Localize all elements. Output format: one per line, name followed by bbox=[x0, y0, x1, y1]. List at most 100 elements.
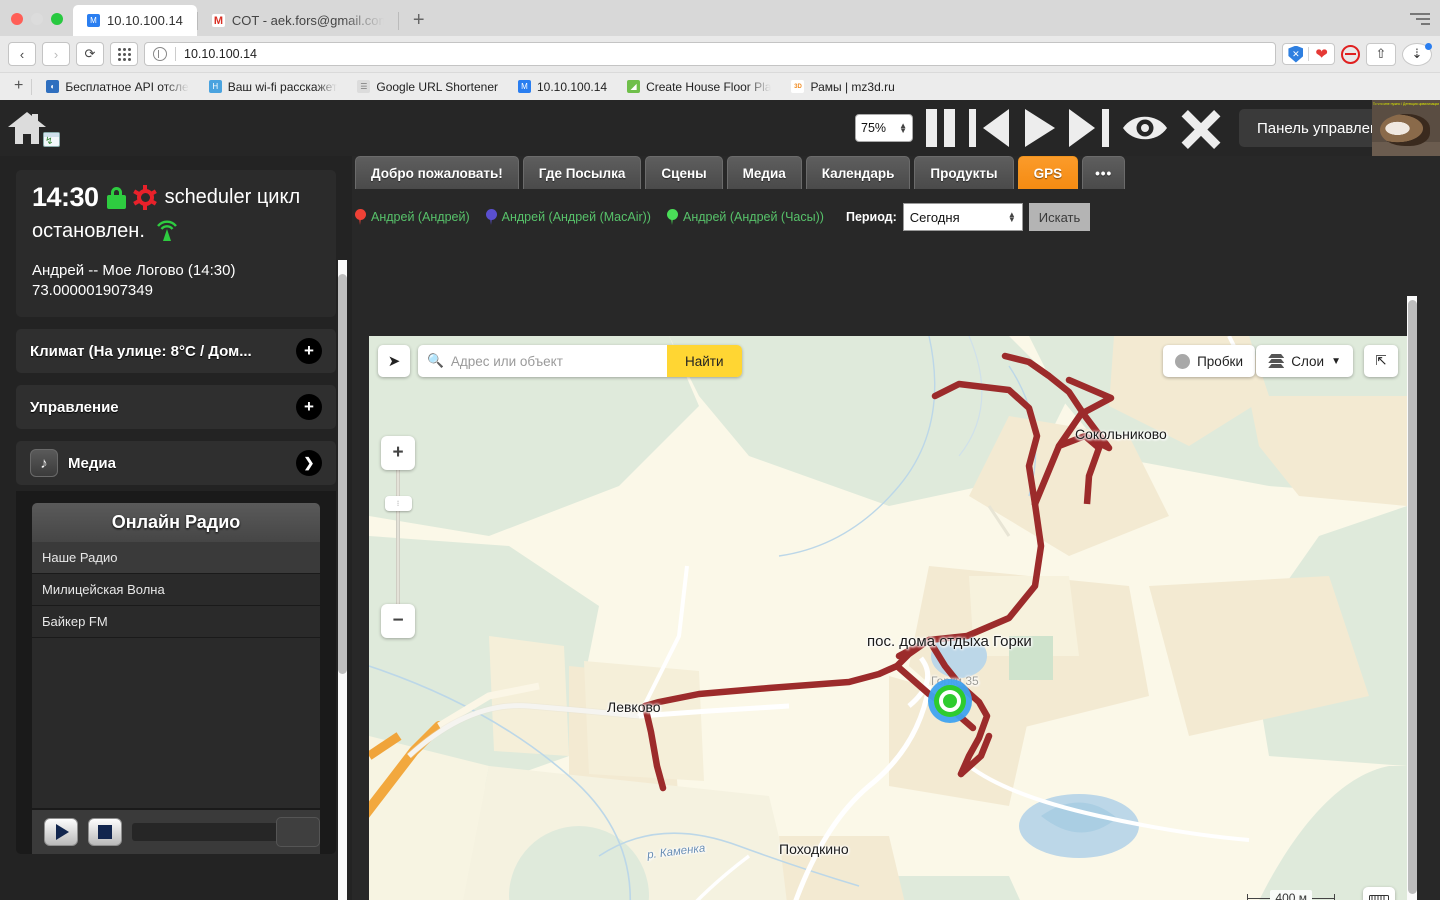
stop-icon[interactable] bbox=[88, 818, 122, 846]
zoom-slider-handle[interactable]: ⁝ bbox=[385, 496, 412, 511]
divider bbox=[31, 78, 33, 95]
scrollbar-thumb[interactable] bbox=[338, 274, 347, 674]
tab-gps[interactable]: GPS bbox=[1017, 156, 1079, 189]
bookmark-4[interactable]: ◢ Create House Floor Pla bbox=[617, 80, 781, 94]
radio-station-1[interactable]: Милицейская Волна bbox=[32, 574, 320, 606]
tab-where-is-parcel[interactable]: Где Посылка bbox=[522, 156, 642, 189]
bookmark-2[interactable]: ☰ Google URL Shortener bbox=[347, 80, 508, 94]
chevron-right-icon[interactable]: ❯ bbox=[296, 450, 322, 476]
device-filter-2[interactable]: Андрей (Андрей (Часы)) bbox=[666, 209, 824, 225]
reload-button[interactable]: ⟳ bbox=[76, 42, 104, 66]
bookmarks-bar: + ◐ Бесплатное API отсле H Ваш wi-fi расск… bbox=[0, 72, 1440, 100]
scheduler-text-2: остановлен. bbox=[32, 219, 145, 242]
expand-button[interactable]: ⇱ bbox=[1364, 345, 1398, 377]
scrollbar-thumb[interactable] bbox=[1408, 300, 1417, 894]
slider-thumb[interactable] bbox=[276, 817, 320, 847]
new-tab-button[interactable]: + bbox=[399, 9, 439, 36]
maximize-window-button[interactable] bbox=[51, 13, 63, 25]
downloads-icon[interactable]: ⇣ bbox=[1402, 42, 1432, 66]
gmail-icon: M bbox=[211, 14, 225, 27]
chevron-down-icon: ▼ bbox=[1331, 355, 1341, 367]
tab-scenes[interactable]: Сцены bbox=[645, 156, 723, 189]
eye-icon[interactable] bbox=[1121, 111, 1169, 145]
period-value: Сегодня bbox=[909, 209, 960, 225]
geolocate-button[interactable]: ➤ bbox=[378, 345, 410, 377]
back-button[interactable]: ‹ bbox=[8, 42, 36, 66]
tab-more[interactable]: ••• bbox=[1082, 156, 1126, 189]
scheduler-text-1: scheduler цикл bbox=[164, 186, 301, 208]
close-window-button[interactable] bbox=[11, 13, 23, 25]
map-canvas[interactable]: ➤ 🔍 Адрес или объект Найти + ⁝ − Пробки … bbox=[369, 336, 1407, 900]
device-filter-1[interactable]: Андрей (Андрей (MacAir)) bbox=[485, 209, 651, 225]
zoom-in-button[interactable]: + bbox=[381, 436, 415, 470]
section-media[interactable]: ♪ Медиа ❯ bbox=[16, 441, 336, 485]
heart-icon[interactable]: ❤ bbox=[1315, 45, 1328, 63]
zoom-slider-rail[interactable] bbox=[396, 470, 400, 604]
period-select[interactable]: Сегодня ▲ ▼ bbox=[902, 203, 1023, 231]
pause-icon[interactable] bbox=[923, 109, 957, 147]
privacy-pill[interactable]: ✕ ❤ bbox=[1282, 43, 1335, 65]
zoom-level-value: 75% bbox=[861, 121, 887, 135]
radio-station-2[interactable]: Байкер FM bbox=[32, 606, 320, 638]
next-icon[interactable] bbox=[1067, 109, 1111, 147]
search-button[interactable]: Искать bbox=[1028, 203, 1091, 231]
window-refresh-icon[interactable] bbox=[43, 132, 60, 147]
media-panel: Онлайн Радио Наше Радио Милицейская Волн… bbox=[16, 491, 336, 854]
expand-icon[interactable]: + bbox=[296, 338, 322, 364]
divider bbox=[1308, 47, 1310, 61]
gear-icon[interactable] bbox=[133, 185, 157, 210]
bookmark-5[interactable]: 3D Рамы | mz3d.ru bbox=[781, 80, 904, 94]
tab-welcome[interactable]: Добро пожаловать! bbox=[355, 156, 519, 189]
map-search-input[interactable]: 🔍 Адрес или объект bbox=[418, 345, 667, 377]
play-icon[interactable] bbox=[1021, 109, 1057, 147]
radio-title: Онлайн Радио bbox=[32, 503, 320, 542]
expand-icon[interactable]: + bbox=[296, 394, 322, 420]
app-tab-strip: Добро пожаловать! Где Посылка Сцены Меди… bbox=[355, 156, 1126, 189]
audio-player-controls bbox=[32, 810, 320, 854]
traffic-circle-icon bbox=[1175, 353, 1191, 369]
close-icon[interactable] bbox=[1179, 109, 1223, 149]
play-icon[interactable] bbox=[44, 818, 78, 846]
bookmark-1[interactable]: H Ваш wi-fi расскажет bbox=[199, 80, 348, 94]
add-bookmark-icon[interactable]: + bbox=[6, 77, 31, 97]
address-bar[interactable]: 10.10.100.14 bbox=[144, 42, 1277, 66]
message-icon: M bbox=[87, 14, 100, 27]
previous-icon[interactable] bbox=[967, 109, 1011, 147]
section-control-label: Управление bbox=[30, 398, 119, 416]
section-control[interactable]: Управление + bbox=[16, 385, 336, 429]
bookmark-label: Ваш wi-fi расскажет bbox=[227, 79, 338, 94]
home-icon[interactable] bbox=[8, 112, 46, 144]
section-climate[interactable]: Климат (На улице: 8°C / Дом... + bbox=[16, 329, 336, 373]
tab-calendar[interactable]: Календарь bbox=[805, 156, 911, 189]
adblock-icon[interactable] bbox=[1341, 44, 1360, 64]
current-location-marker[interactable] bbox=[928, 679, 972, 723]
radio-station-0[interactable]: Наше Радио bbox=[32, 542, 320, 574]
tab-media[interactable]: Медиа bbox=[726, 156, 802, 189]
volume-slider[interactable] bbox=[132, 817, 320, 847]
ruler-icon bbox=[1369, 895, 1389, 900]
minimize-window-button[interactable] bbox=[31, 13, 43, 25]
browser-menu-icon[interactable] bbox=[1410, 10, 1430, 28]
zoom-out-button[interactable]: − bbox=[381, 604, 415, 638]
apps-grid-icon[interactable] bbox=[110, 42, 138, 66]
ruler-button[interactable] bbox=[1363, 887, 1395, 900]
browser-tab-1[interactable]: M 10.10.100.14 bbox=[73, 5, 197, 36]
bookmark-0[interactable]: ◐ Бесплатное API отсле bbox=[36, 80, 198, 94]
traffic-button[interactable]: Пробки bbox=[1163, 345, 1255, 377]
layers-icon bbox=[1268, 354, 1285, 368]
share-icon[interactable]: ⇧ bbox=[1366, 42, 1396, 66]
zoom-level-select[interactable]: 75% ▲ ▼ bbox=[855, 114, 913, 142]
bookmark-3[interactable]: M 10.10.100.14 bbox=[508, 80, 617, 94]
sidebar-scrollbar[interactable] bbox=[338, 260, 347, 900]
map-find-button[interactable]: Найти bbox=[667, 345, 742, 377]
device-filter-0[interactable]: Андрей (Андрей) bbox=[355, 209, 470, 225]
window-traffic-lights[interactable] bbox=[0, 13, 73, 36]
browser-tab-2[interactable]: M COT - aek.fors@gmail.com - bbox=[197, 5, 398, 36]
layers-button[interactable]: Слои ▼ bbox=[1256, 345, 1353, 377]
webcam-thumbnail[interactable]: То что мне нужно / Детекция цивилизации bbox=[1372, 100, 1440, 156]
map-panel-scrollbar[interactable] bbox=[1407, 296, 1417, 900]
forward-button[interactable]: › bbox=[42, 42, 70, 66]
webcam-caption: То что мне нужно / Детекция цивилизации bbox=[1372, 102, 1440, 106]
shield-icon[interactable]: ✕ bbox=[1288, 45, 1304, 63]
tab-products[interactable]: Продукты bbox=[914, 156, 1014, 189]
